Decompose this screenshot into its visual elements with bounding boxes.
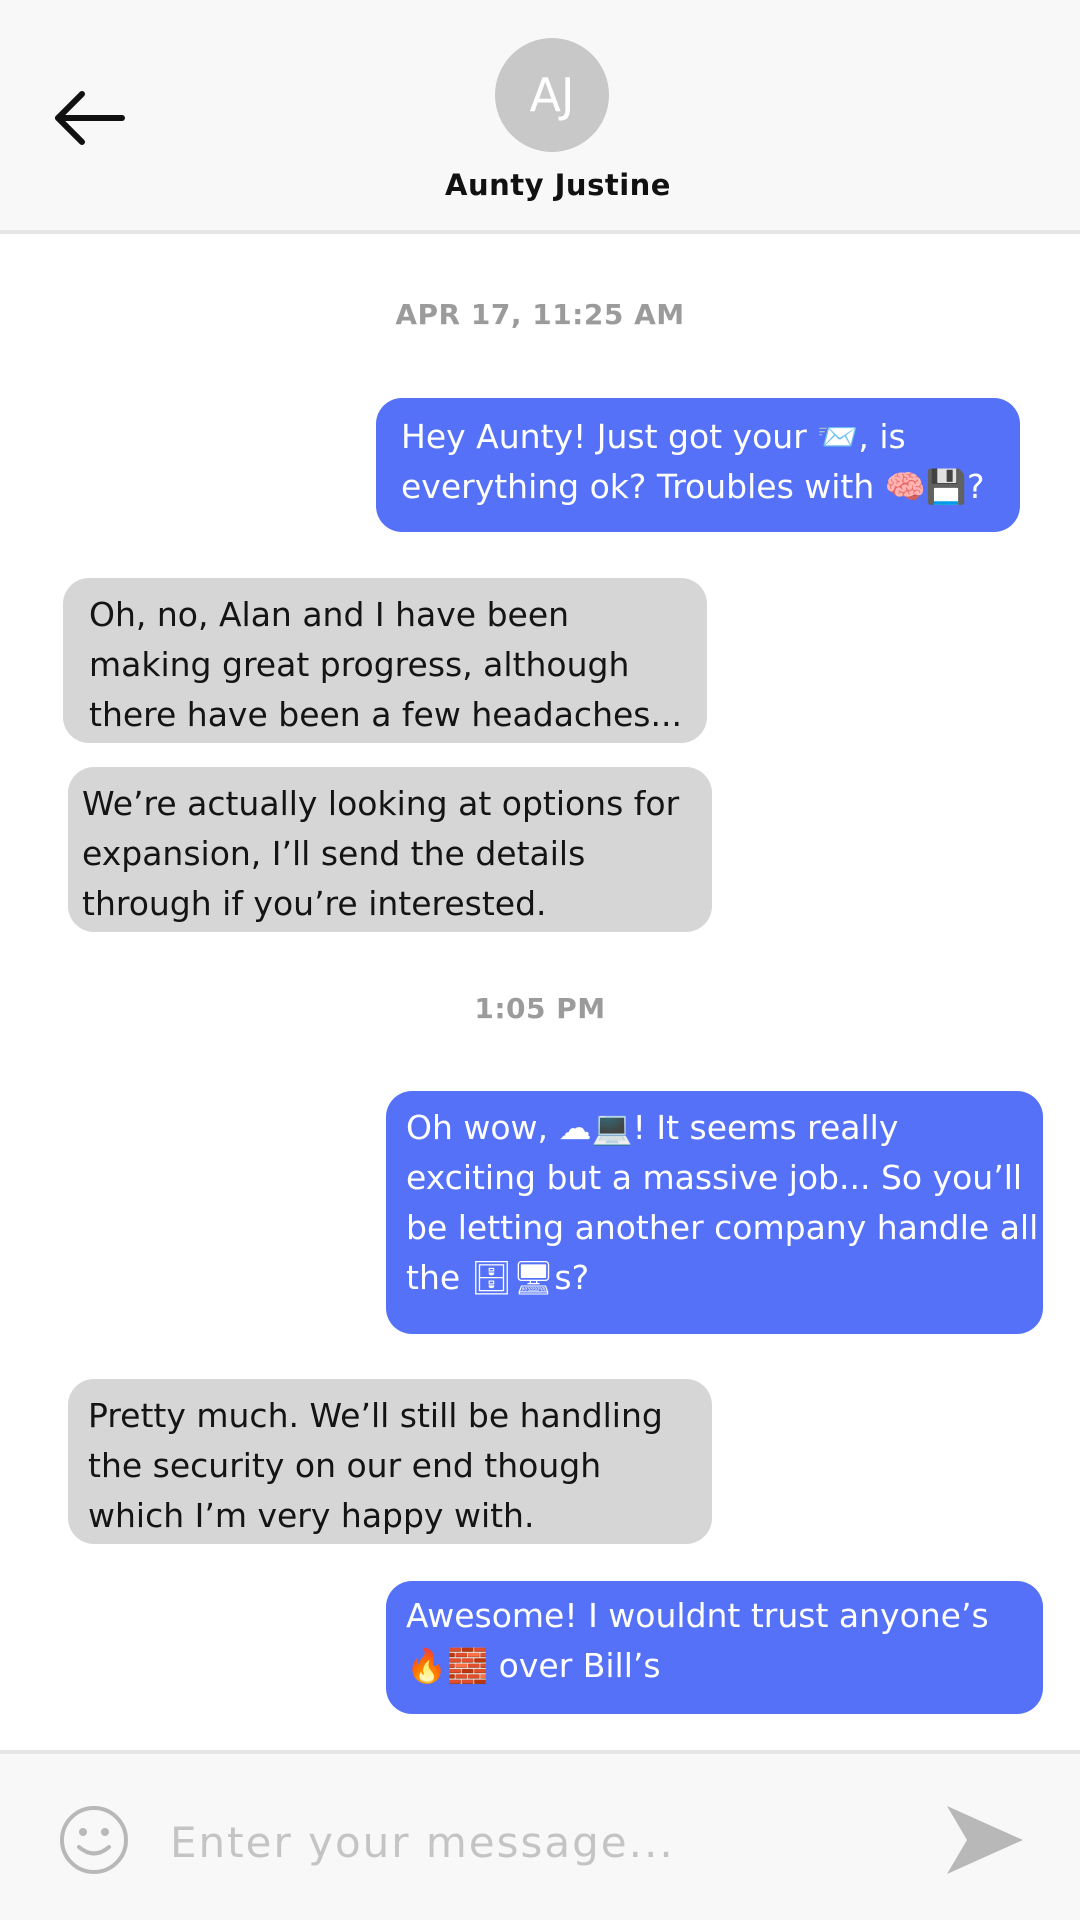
message-text: the security on our end though xyxy=(88,1446,602,1485)
send-button[interactable] xyxy=(945,1804,1025,1876)
arrow-left-icon xyxy=(55,91,125,145)
message-text: there have been a few headaches... xyxy=(89,695,682,734)
message-text: Awesome! I wouldnt trust anyone’s xyxy=(406,1596,989,1635)
message-text: Oh, no, Alan and I have been xyxy=(89,595,570,634)
message-text: expansion, I’ll send the details xyxy=(82,834,586,873)
message-text: everything ok? Troubles with 🧠💾? xyxy=(401,467,985,506)
message-text: be letting another company handle all xyxy=(406,1208,1039,1247)
emoji-button[interactable] xyxy=(58,1804,130,1876)
message-text: Pretty much. We’ll still be handling xyxy=(88,1396,663,1435)
avatar[interactable]: AJ xyxy=(495,38,609,152)
send-arrow-icon xyxy=(947,1806,1023,1874)
message-composer xyxy=(0,1750,1080,1920)
message-text: the 🗄🖥s? xyxy=(406,1258,590,1297)
message-bubble-incoming[interactable]: Oh, no, Alan and I have been making grea… xyxy=(63,578,707,743)
message-text: which I’m very happy with. xyxy=(88,1496,535,1535)
message-bubble-outgoing[interactable]: Awesome! I wouldnt trust anyone’s 🔥🧱 ove… xyxy=(386,1581,1043,1714)
message-text: through if you’re interested. xyxy=(82,884,547,923)
timestamp-divider: 1:05 PM xyxy=(474,992,606,1025)
message-text: 🔥🧱 over Bill’s xyxy=(406,1646,661,1685)
message-text: We’re actually looking at options for xyxy=(82,784,680,823)
message-text: making great progress, although xyxy=(89,645,630,684)
message-text: exciting but a massive job... So you’ll xyxy=(406,1158,1023,1197)
message-bubble-incoming[interactable]: We’re actually looking at options for ex… xyxy=(68,767,712,932)
contact-name: Aunty Justine xyxy=(445,168,671,202)
timestamp-divider: APR 17, 11:25 AM xyxy=(395,298,685,331)
message-text: Hey Aunty! Just got your 📨, is xyxy=(401,417,906,456)
message-input[interactable] xyxy=(170,1808,890,1876)
chat-header: AJ Aunty Justine xyxy=(0,0,1080,234)
message-bubble-outgoing[interactable]: Oh wow, ☁💻! It seems really exciting but… xyxy=(386,1091,1043,1334)
message-bubble-incoming[interactable]: Pretty much. We’ll still be handling the… xyxy=(68,1379,712,1544)
smiley-icon xyxy=(60,1806,128,1874)
back-button[interactable] xyxy=(52,88,128,148)
message-text: Oh wow, ☁💻! It seems really xyxy=(406,1108,899,1147)
message-bubble-outgoing[interactable]: Hey Aunty! Just got your 📨, is everythin… xyxy=(376,398,1020,532)
